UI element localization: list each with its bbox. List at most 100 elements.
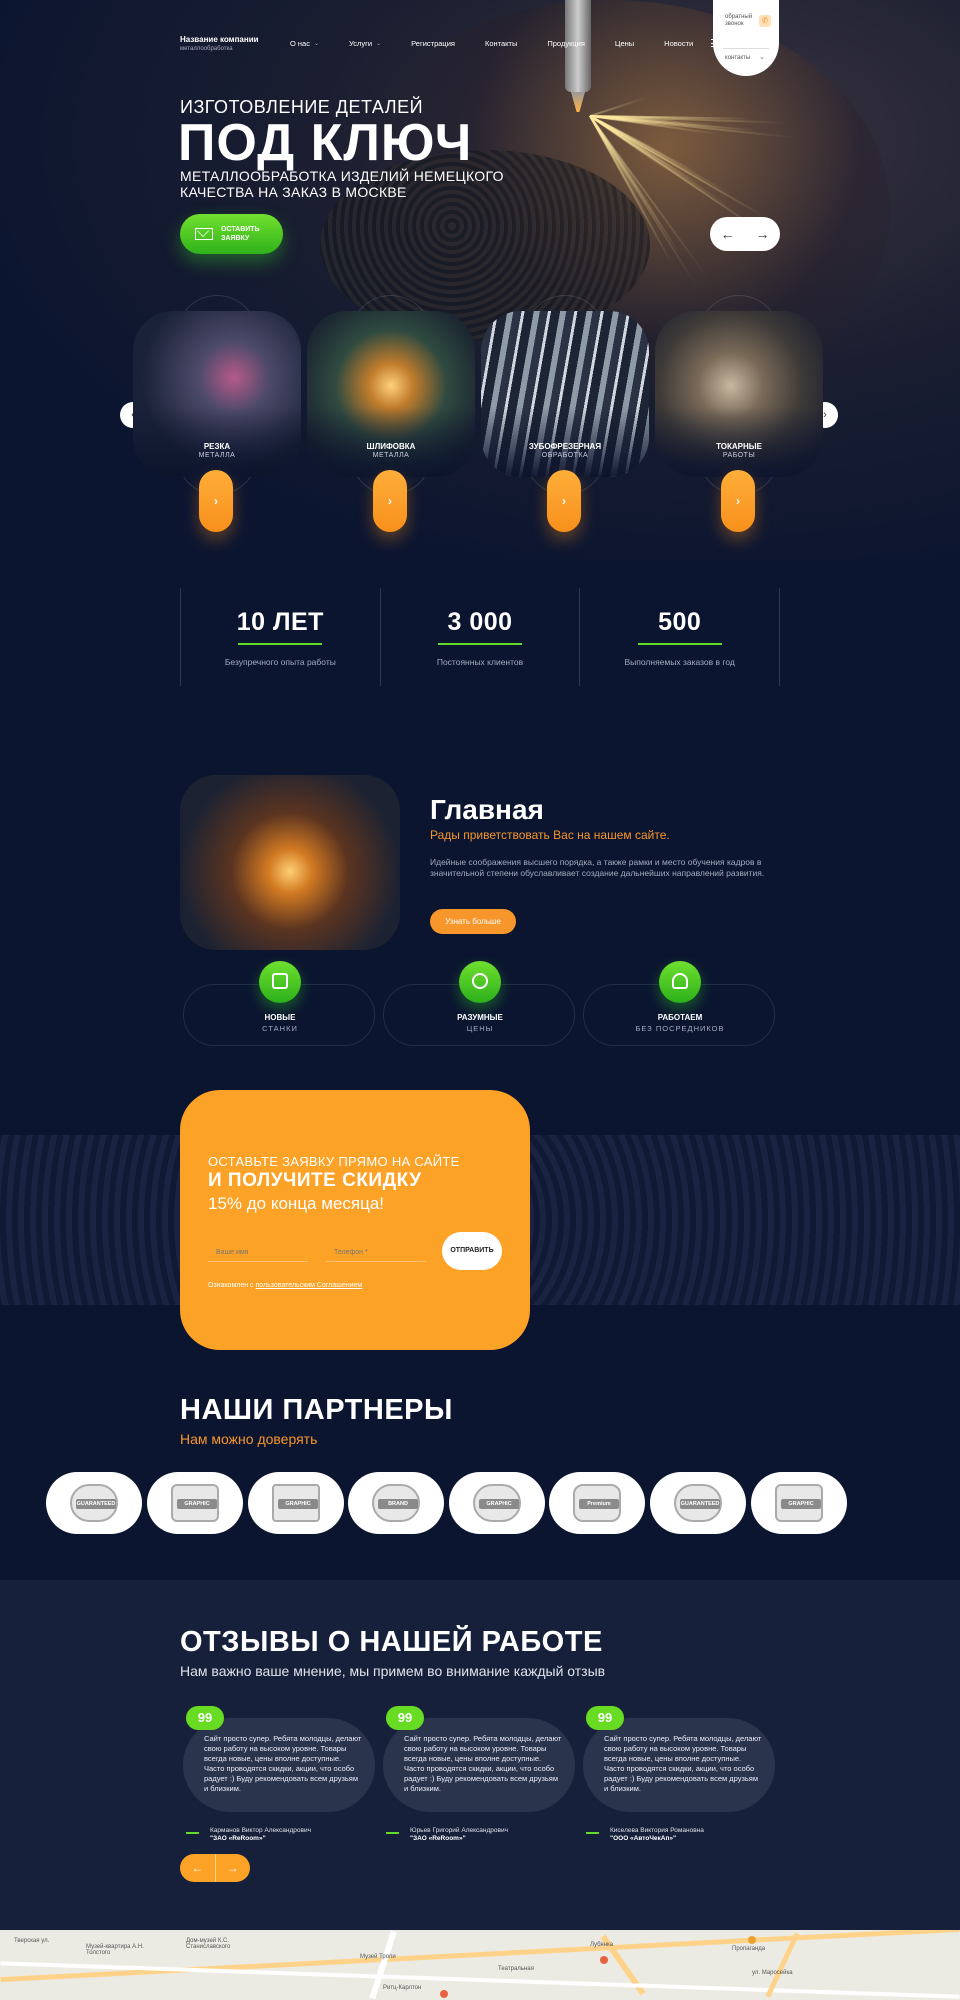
logo-text: GRAPHIC xyxy=(479,1499,519,1509)
service-card-turning[interactable]: ТОКАРНЫЕ РАБОТЫ › xyxy=(653,295,825,535)
logo-text: GRAPHIC xyxy=(278,1499,318,1509)
send-button[interactable]: ОТПРАВИТЬ xyxy=(442,1232,502,1270)
map-pin-icon[interactable] xyxy=(440,1990,448,1998)
about-text: Идейные соображения высшего порядка, а т… xyxy=(430,857,765,878)
service-card-grinding[interactable]: ШЛИФОВКА МЕТАЛЛА › xyxy=(305,295,477,535)
menu-item-label: Регистрация xyxy=(411,38,455,48)
consent-prefix: Ознакомлен с xyxy=(208,1282,254,1289)
partners-subtitle: Нам можно доверять xyxy=(180,1431,318,1447)
partner-logo[interactable]: BRAND xyxy=(348,1472,444,1534)
review-accent-line xyxy=(386,1832,399,1834)
feature-no-intermediaries: РАБОТАЕМ БЕЗ ПОСРЕДНИКОВ xyxy=(583,961,775,1046)
stat-label: Выполняемых заказов в год xyxy=(624,657,735,667)
menu-item-registration[interactable]: Регистрация xyxy=(411,39,455,48)
phone-field[interactable] xyxy=(326,1244,426,1262)
stat-value: 10 ЛЕТ xyxy=(236,608,324,636)
logo-text: Premium xyxy=(579,1499,619,1509)
map-label: Лубянка xyxy=(590,1942,614,1948)
map-road xyxy=(0,1961,960,1999)
arrow-left-icon[interactable]: ← xyxy=(180,1854,216,1882)
learn-more-button[interactable]: Узнать больше xyxy=(430,909,516,934)
service-card-cutting[interactable]: РЕЗКА МЕТАЛЛА › xyxy=(131,295,303,535)
stat-clients: 3 000 Постоянных клиентов xyxy=(379,588,580,686)
partner-logo[interactable]: Premium xyxy=(549,1472,645,1534)
cta-pretitle: ОСТАВЬТЕ ЗАЯВКУ ПРЯМО НА САЙТЕ xyxy=(208,1154,460,1169)
menu-item-label: Цены xyxy=(614,38,635,48)
stat-value: 500 xyxy=(658,608,702,636)
stat-experience: 10 ЛЕТ Безупречного опыта работы xyxy=(180,588,380,686)
agreement-link[interactable]: пользовательским Соглашением xyxy=(256,1282,363,1289)
phone-icon[interactable]: ✆ xyxy=(759,15,771,27)
service-title: ТОКАРНЫЕ xyxy=(716,442,762,451)
review-card: 99 Сайт просто супер. Ребята молодцы, де… xyxy=(583,1706,775,1842)
name-field[interactable] xyxy=(208,1244,308,1262)
arrow-left-icon[interactable]: ← xyxy=(721,226,735,242)
badge-icon: GRAPHIC xyxy=(473,1484,521,1522)
cta-subtitle: 15% до конца месяца! xyxy=(208,1194,384,1213)
map-label: Ритц-Карлтон xyxy=(383,1985,422,1991)
about-subtitle: Рады приветствовать Вас на нашем сайте. xyxy=(430,828,670,842)
partner-logo[interactable]: GRAPHIC xyxy=(248,1472,344,1534)
map-pin-icon[interactable] xyxy=(600,1956,608,1964)
consent-text: Ознакомлен с пользовательским Соглашение… xyxy=(208,1282,362,1289)
service-open-button[interactable]: › xyxy=(199,470,233,532)
brand[interactable]: Название компании металлообработка xyxy=(180,35,290,52)
reviewer-name: Киселева Виктория Романовна xyxy=(610,1827,704,1834)
menu-item-label: Продукция xyxy=(547,38,585,48)
chevron-down-icon: ⌄ xyxy=(376,40,382,47)
contacts-toggle[interactable]: контакты xyxy=(725,55,750,61)
map-pin-icon[interactable] xyxy=(748,1936,756,1944)
stats-section: 10 ЛЕТ Безупречного опыта работы 3 000 П… xyxy=(180,588,781,686)
menu-item-products[interactable]: Продукция xyxy=(547,39,585,48)
map-label: Дом-музей К.С. Станиславского xyxy=(186,1938,231,1950)
review-card: 99 Сайт просто супер. Ребята молодцы, де… xyxy=(383,1706,575,1842)
arrow-right-icon[interactable]: → xyxy=(216,1854,251,1882)
service-card-gear-milling[interactable]: ЗУБОФРЕЗЕРНАЯ ОБРАБОТКА › xyxy=(479,295,651,535)
menu-item-prices[interactable]: Цены xyxy=(615,39,634,48)
service-open-button[interactable]: › xyxy=(721,470,755,532)
service-open-button[interactable]: › xyxy=(547,470,581,532)
hero-slider-arrows: ← → xyxy=(710,217,780,251)
quote-icon: 99 xyxy=(386,1706,424,1730)
request-form-card: ОСТАВЬТЕ ЗАЯВКУ ПРЯМО НА САЙТЕ И ПОЛУЧИТ… xyxy=(180,1090,530,1350)
badge-icon: BRAND xyxy=(372,1484,420,1522)
logo-text: GUARANTEED xyxy=(680,1499,720,1509)
menu-item-label: Новости xyxy=(664,38,694,48)
stat-value: 3 000 xyxy=(447,608,513,636)
partner-logo[interactable]: GRAPHIC DESIGN xyxy=(751,1472,847,1534)
review-accent-line xyxy=(186,1832,199,1834)
partner-logo[interactable]: GUARANTEED xyxy=(650,1472,746,1534)
brand-tagline: металлообработка xyxy=(180,45,233,52)
badge-icon: GUARANTEED xyxy=(674,1484,722,1522)
partners-title: НАШИ ПАРТНЕРЫ xyxy=(180,1394,453,1426)
quote-icon: 99 xyxy=(186,1706,224,1730)
leave-request-button[interactable]: ОСТАВИТЬ ЗАЯВКУ xyxy=(180,214,283,254)
feature-title: РАБОТАЕМ xyxy=(657,1013,703,1022)
reviews-section: ОТЗЫВЫ О НАШЕЙ РАБОТЕ Нам важно ваше мне… xyxy=(0,1580,960,1930)
partner-logo[interactable]: GRAPHIC DESIGN xyxy=(147,1472,243,1534)
service-open-button[interactable]: › xyxy=(373,470,407,532)
partner-logo[interactable]: GRAPHIC xyxy=(449,1472,545,1534)
reviews-subtitle: Нам важно ваше мнение, мы примем во вним… xyxy=(180,1663,606,1679)
quote-icon: 99 xyxy=(586,1706,624,1730)
reviews-title: ОТЗЫВЫ О НАШЕЙ РАБОТЕ xyxy=(180,1626,603,1658)
envelope-icon xyxy=(195,228,213,240)
menu-item-label: Услуги xyxy=(349,38,373,48)
callback-button[interactable]: обратный звонок xyxy=(725,14,757,28)
menu-item-about[interactable]: О нас ⌄ xyxy=(290,39,319,48)
map-label: Театральная xyxy=(498,1966,534,1972)
chevron-down-icon[interactable]: ⌄ xyxy=(759,53,765,61)
map[interactable]: Музей-квартира А.Н. Толстого Дом-музей К… xyxy=(0,1930,960,2000)
badge-icon: GUARANTEED xyxy=(70,1484,118,1522)
arrow-right-icon[interactable]: → xyxy=(756,226,770,242)
about-title: Главная xyxy=(430,794,544,825)
partner-logo[interactable]: GUARANTEED xyxy=(46,1472,142,1534)
hero-subtitle: МЕТАЛЛООБРАБОТКА ИЗДЕЛИЙ НЕМЕЦКОГО КАЧЕС… xyxy=(180,168,504,200)
map-label: Музей Тропи xyxy=(360,1954,396,1960)
reviewer-company: "ЗАО «ReRoom»" xyxy=(410,1835,466,1842)
menu-item-services[interactable]: Услуги ⌄ xyxy=(349,39,381,48)
callback-widget: обратный звонок ✆ контакты ⌄ xyxy=(713,0,779,76)
menu-item-contacts[interactable]: Контакты xyxy=(485,39,517,48)
machine-icon xyxy=(259,961,301,1003)
menu-item-news[interactable]: Новости xyxy=(664,39,693,48)
